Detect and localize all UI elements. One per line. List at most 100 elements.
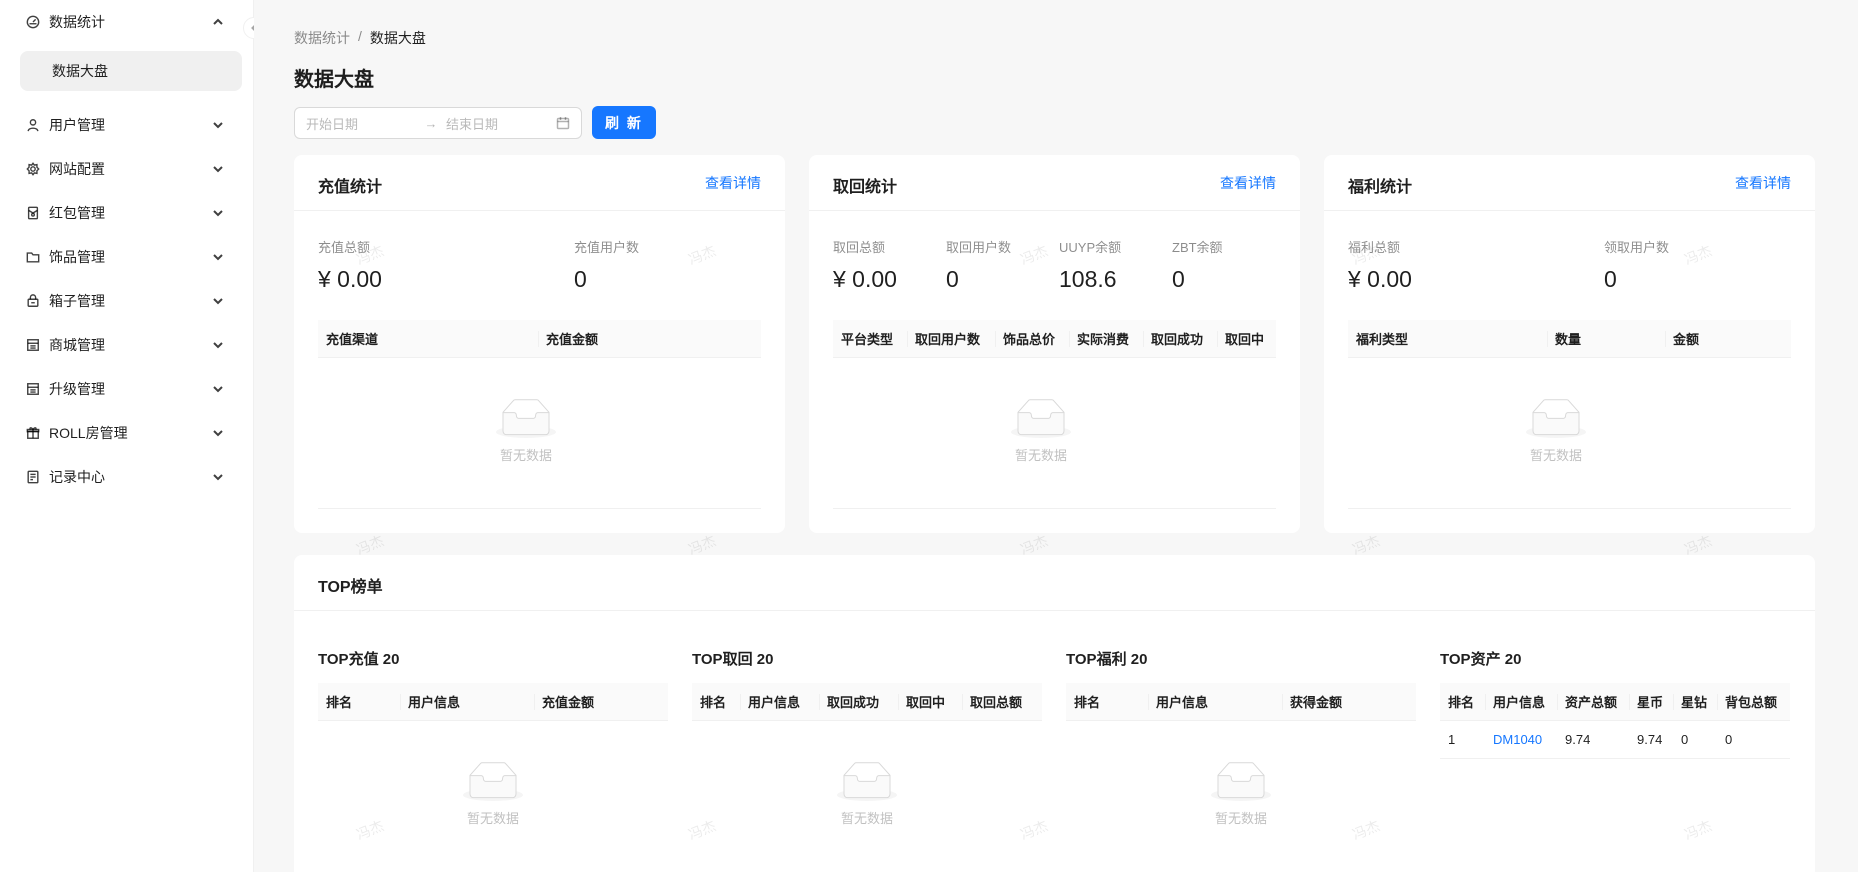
view-details-link[interactable]: 查看详情 [705,173,761,193]
stat-welfare-users: 领取用户数 0 [1604,237,1669,293]
end-date-input[interactable]: 结束日期 [446,114,556,133]
board-title: TOP福利 20 [1066,651,1148,668]
empty-text: 暂无数据 [466,811,519,826]
column-header[interactable]: 背包总额 [1717,683,1790,720]
refresh-button[interactable]: 刷 新 [592,106,656,139]
column-header[interactable]: 排名 [318,683,400,720]
empty-text: 暂无数据 [840,811,893,826]
card-header: 充值统计 查看详情 [294,155,785,211]
column-header[interactable]: 星钻 [1673,683,1717,720]
table-header: 平台类型 取回用户数 饰品总价 实际消费 取回成功 取回中 [833,320,1276,358]
stat-label: 福利总额 [1348,240,1401,255]
sidebar-item-label: 饰品管理 [49,249,105,265]
column-header[interactable]: 饰品总价 [995,320,1069,357]
stat-value: ¥ 0.00 [1348,266,1412,292]
stat-value: 108.6 [1059,266,1117,292]
stat-value: 0 [1172,266,1185,292]
withdraw-stats-card: 取回统计 查看详情 取回总额 ¥ 0.00 取回用户数 0 UUYP余额 108… [809,155,1300,533]
stat-uuyp-balance: UUYP余额 108.6 [1059,237,1121,293]
folder-icon [25,249,41,265]
table-header: 排名 用户信息 获得金额 [1066,683,1416,721]
sidebar-item-data-stats[interactable]: 数据统计 [0,2,254,42]
sidebar-item-boxes[interactable]: 箱子管理 [0,281,254,321]
column-header[interactable]: 取回成功 [1143,320,1217,357]
column-header[interactable]: 福利类型 [1348,320,1547,357]
column-header[interactable]: 取回用户数 [907,320,995,357]
view-details-link[interactable]: 查看详情 [1220,173,1276,193]
column-header[interactable]: 充值金额 [534,683,668,720]
top-ranking-card: TOP榜单 TOP充值 20 排名 用户信息 充值金额 暂无数据 TOP取回 2… [294,555,1815,872]
column-header[interactable]: 排名 [1066,683,1148,720]
column-header[interactable]: 取回中 [1217,320,1276,357]
column-header[interactable]: 充值渠道 [318,320,538,357]
empty-state: 暂无数据 [1009,399,1073,464]
column-header[interactable]: 星币 [1629,683,1673,720]
breadcrumb-item[interactable]: 数据统计 [294,28,350,48]
chevron-down-icon [212,470,226,484]
sidebar-item-records[interactable]: 记录中心 [0,457,254,497]
sidebar-item-label: ROLL房管理 [49,425,128,441]
table-divider [1348,508,1791,509]
calendar-icon [556,116,570,130]
column-header[interactable]: 用户信息 [740,683,819,720]
column-header[interactable]: 金额 [1665,320,1791,357]
column-header[interactable]: 数量 [1547,320,1665,357]
breadcrumb-current: 数据大盘 [369,30,426,46]
column-header[interactable]: 用户信息 [400,683,534,720]
card-header: TOP榜单 [294,555,1815,611]
stat-label: 充值总额 [318,240,371,255]
star-diamond-cell: 0 [1681,732,1689,747]
stat-recharge-users: 充值用户数 0 [574,237,639,293]
date-range-picker[interactable]: 开始日期 → 结束日期 [294,107,582,139]
sidebar-item-skins[interactable]: 饰品管理 [0,237,254,277]
sidebar-item-upgrade[interactable]: 升级管理 [0,369,254,409]
sidebar-item-roll-room[interactable]: ROLL房管理 [0,413,254,453]
table-header: 排名 用户信息 取回成功 取回中 取回总额 [692,683,1042,721]
stat-value: ¥ 0.00 [318,266,382,292]
sidebar-item-site-config[interactable]: 网站配置 [0,149,254,189]
view-details-link[interactable]: 查看详情 [1735,173,1791,193]
column-header[interactable]: 取回成功 [819,683,898,720]
table-divider [318,508,761,509]
column-header[interactable]: 实际消费 [1069,320,1143,357]
column-header[interactable]: 排名 [1440,683,1485,720]
sidebar-item-label: 红包管理 [49,205,105,221]
empty-inbox-icon [835,762,899,806]
sidebar-item-shop[interactable]: 商城管理 [0,325,254,365]
stat-value: 0 [1604,266,1617,292]
sidebar-item-data-dashboard[interactable]: 数据大盘 [20,51,242,91]
stat-welfare-total: 福利总额 ¥ 0.00 [1348,237,1412,293]
column-header[interactable]: 获得金额 [1282,683,1416,720]
upgrade-icon [25,381,41,397]
range-separator: → [424,115,438,131]
chevron-down-icon [212,382,226,396]
stat-value: 0 [574,266,587,292]
column-header[interactable]: 取回中 [898,683,962,720]
sidebar-item-red-envelope[interactable]: 红包管理 [0,193,254,233]
empty-text: 暂无数据 [499,448,552,463]
card-header: 福利统计 查看详情 [1324,155,1815,211]
chevron-down-icon [212,118,226,132]
column-header[interactable]: 用户信息 [1148,683,1282,720]
column-header[interactable]: 充值金额 [538,320,761,357]
column-header[interactable]: 排名 [692,683,740,720]
board-title: TOP取回 20 [692,651,774,668]
start-date-input[interactable]: 开始日期 [306,114,416,133]
column-header[interactable]: 用户信息 [1485,683,1557,720]
stat-value: ¥ 0.00 [833,266,897,292]
chevron-down-icon [212,426,226,440]
empty-inbox-icon [1209,762,1273,806]
stat-label: ZBT余额 [1172,240,1223,255]
sidebar-item-users[interactable]: 用户管理 [0,105,254,145]
box-icon [25,293,41,309]
column-header[interactable]: 平台类型 [833,320,907,357]
table-header: 福利类型 数量 金额 [1348,320,1791,358]
column-header[interactable]: 资产总额 [1557,683,1629,720]
table-header: 排名 用户信息 资产总额 星币 星钻 背包总额 [1440,683,1790,721]
sidebar-item-label: 箱子管理 [49,293,105,309]
column-header[interactable]: 取回总额 [962,683,1042,720]
empty-state: 暂无数据 [1209,762,1273,827]
recharge-stats-card: 充值统计 查看详情 充值总额 ¥ 0.00 充值用户数 0 充值渠道 充值金额 … [294,155,785,533]
user-link[interactable]: DM1040 [1485,721,1557,758]
card-title: 充值统计 [318,179,383,196]
